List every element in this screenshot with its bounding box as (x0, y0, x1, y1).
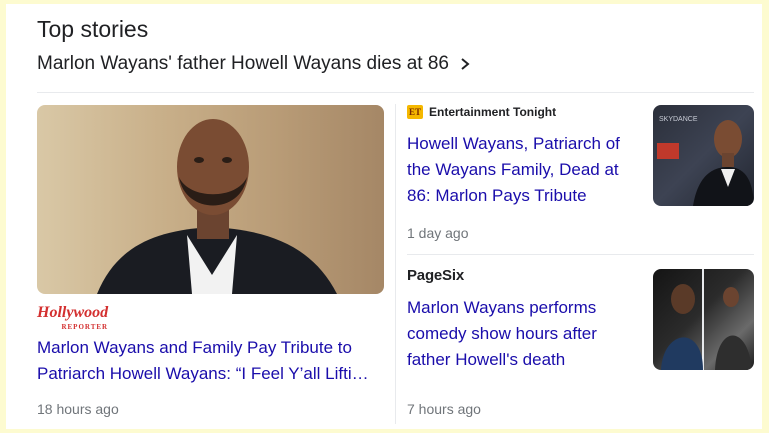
et-logo-icon: ET (407, 105, 423, 119)
story-thumbnail[interactable]: SKYDANCE (653, 105, 754, 206)
person-photo: SKYDANCE (657, 116, 754, 206)
collage-photo (661, 269, 752, 370)
story-thumbnail[interactable] (653, 269, 754, 370)
divider (37, 92, 754, 93)
source-entertainment-tonight: ET Entertainment Tonight (407, 105, 556, 119)
headline-link[interactable]: Marlon Wayans' father Howell Wayans dies… (37, 53, 471, 75)
source-pagesix: PageSix (407, 267, 464, 284)
lead-story-image[interactable] (37, 105, 384, 294)
top-stories-card: Top stories Marlon Wayans' father Howell… (6, 4, 762, 429)
lead-story-title[interactable]: Marlon Wayans and Family Pay Tribute to … (37, 335, 389, 387)
chevron-right-icon (461, 58, 470, 70)
hollywood-reporter-logo: Hollywood REPORTER (37, 304, 109, 334)
story-time: 7 hours ago (407, 401, 481, 417)
section-title: Top stories (37, 16, 149, 42)
pagesix-logo: PageSix (407, 267, 464, 284)
column-divider (395, 104, 396, 424)
person-photo (97, 119, 337, 294)
logo-text: Hollywood (37, 304, 109, 321)
lead-story-time: 18 hours ago (37, 401, 119, 417)
headline-text: Marlon Wayans' father Howell Wayans dies… (37, 53, 449, 74)
divider (407, 254, 754, 255)
logo-subtext: REPORTER (61, 323, 109, 331)
source-name: Entertainment Tonight (429, 105, 557, 119)
story-time: 1 day ago (407, 225, 469, 241)
story-title[interactable]: Marlon Wayans performs comedy show hours… (407, 295, 639, 373)
story-title[interactable]: Howell Wayans, Patriarch of the Wayans F… (407, 131, 639, 209)
thumb-backdrop-text: SKYDANCE (659, 116, 698, 123)
